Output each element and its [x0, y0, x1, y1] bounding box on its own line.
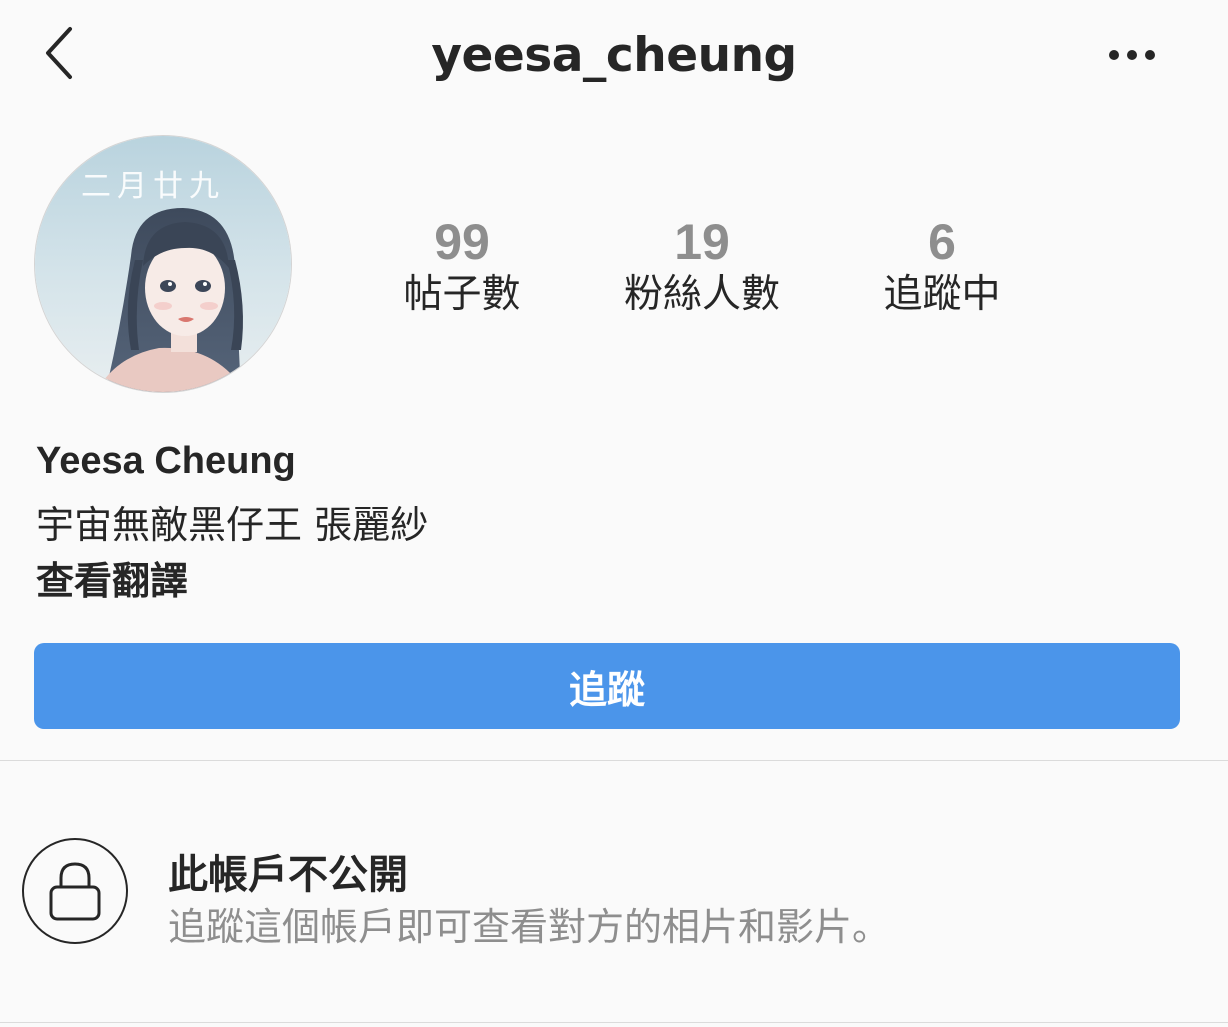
lock-icon-badge: [22, 838, 128, 944]
posts-stat[interactable]: 99 帖子數: [362, 212, 562, 320]
page-title: yeesa_cheung: [431, 28, 797, 83]
followers-stat[interactable]: 19 粉絲人數: [602, 212, 802, 320]
following-count: 6: [928, 214, 956, 270]
following-stat[interactable]: 6 追蹤中: [842, 212, 1042, 320]
bio-text: 宇宙無敵黑仔王 張麗紗: [36, 503, 429, 547]
avatar-caption: 二月廿九: [81, 169, 225, 204]
followers-count: 19: [674, 214, 730, 270]
follow-button[interactable]: 追蹤: [34, 643, 1180, 729]
avatar[interactable]: 二月廿九: [34, 135, 292, 393]
profile-page: yeesa_cheung 二月廿九 99 帖子數 19 粉絲人數 6 追蹤中 Y…: [0, 0, 1228, 1027]
following-label: 追蹤中: [883, 272, 1001, 317]
private-account-description: 追蹤這個帳戶即可查看對方的相片和影片。: [168, 905, 891, 949]
see-translation-link[interactable]: 查看翻譯: [36, 550, 188, 605]
avatar-illustration: 二月廿九: [35, 136, 291, 392]
display-name: Yeesa Cheung: [36, 440, 296, 482]
followers-label: 粉絲人數: [623, 272, 780, 317]
bottom-divider: [0, 1022, 1228, 1023]
more-options-button[interactable]: [1100, 30, 1164, 80]
private-account-title: 此帳戶不公開: [168, 852, 408, 898]
section-divider: [0, 760, 1228, 761]
posts-label: 帖子數: [403, 272, 521, 317]
more-horizontal-icon: [1109, 50, 1155, 60]
lock-icon: [49, 862, 101, 921]
posts-count: 99: [434, 214, 490, 270]
follow-button-label: 追蹤: [568, 667, 645, 712]
top-nav-bar: yeesa_cheung: [0, 0, 1228, 110]
